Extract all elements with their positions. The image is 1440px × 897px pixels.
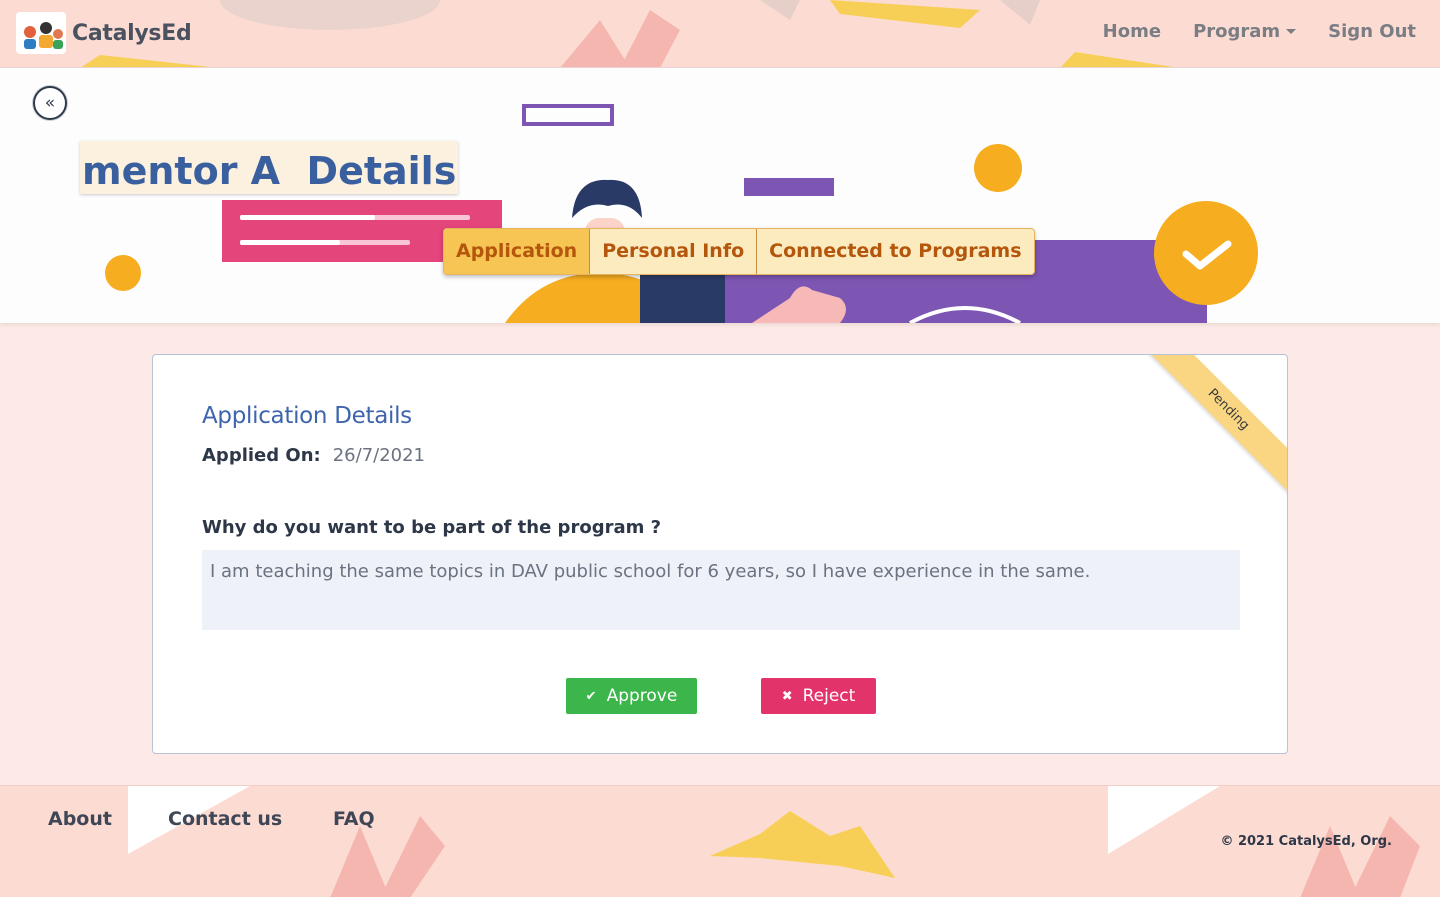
tab-application[interactable]: Application	[444, 229, 591, 274]
footer: About Contact us FAQ © 2021 CatalysEd, O…	[0, 785, 1440, 897]
nav-home-link[interactable]: Home	[1103, 21, 1161, 42]
page-title: mentor A Details	[80, 141, 459, 194]
hero-illustration	[105, 104, 1258, 323]
footer-about-link[interactable]: About	[48, 808, 112, 830]
reject-label: Reject	[802, 686, 856, 706]
close-icon: ✖	[781, 688, 793, 704]
copyright-text: © 2021 CatalysEd, Org.	[1220, 834, 1392, 849]
applied-on-label: Applied On:	[202, 445, 321, 466]
brand-name: CatalysEd	[72, 20, 192, 46]
double-chevron-left-icon: «	[44, 93, 56, 113]
approve-button[interactable]: ✔ Approve	[566, 678, 697, 714]
approve-label: Approve	[606, 686, 678, 706]
nav-program-label: Program	[1193, 21, 1281, 42]
section-title: Application Details	[202, 403, 412, 429]
hero-banner: « mentor A Details Application Personal …	[0, 68, 1440, 323]
reject-button[interactable]: ✖ Reject	[761, 678, 876, 714]
question-label: Why do you want to be part of the progra…	[202, 517, 662, 538]
footer-contact-link[interactable]: Contact us	[168, 808, 282, 830]
chevron-down-icon	[1286, 29, 1297, 34]
nav-links: Home Program Sign Out	[1103, 21, 1416, 42]
top-navbar: CatalysEd Home Program Sign Out	[0, 0, 1440, 68]
nav-sign-out-link[interactable]: Sign Out	[1328, 21, 1416, 42]
tab-personal-info[interactable]: Personal Info	[590, 229, 758, 274]
status-ribbon: Pending	[1143, 355, 1287, 495]
footer-faq-link[interactable]: FAQ	[333, 808, 375, 830]
brand[interactable]: CatalysEd	[16, 12, 192, 54]
application-details-card: Pending Application Details Applied On: …	[152, 354, 1288, 754]
nav-program-dropdown[interactable]: Program	[1193, 21, 1297, 42]
applied-on-value: 26/7/2021	[332, 445, 426, 466]
applied-on-row: Applied On: 26/7/2021	[202, 445, 425, 466]
back-button[interactable]: «	[33, 86, 67, 120]
answer-text: I am teaching the same topics in DAV pub…	[202, 550, 1240, 630]
detail-tabs: Application Personal Info Connected to P…	[443, 228, 1035, 275]
check-icon: ✔	[585, 688, 597, 704]
tab-connected-to-programs[interactable]: Connected to Programs	[757, 229, 1033, 274]
status-ribbon-wrapper: Pending	[1137, 355, 1287, 505]
brand-logo-icon	[16, 12, 66, 54]
